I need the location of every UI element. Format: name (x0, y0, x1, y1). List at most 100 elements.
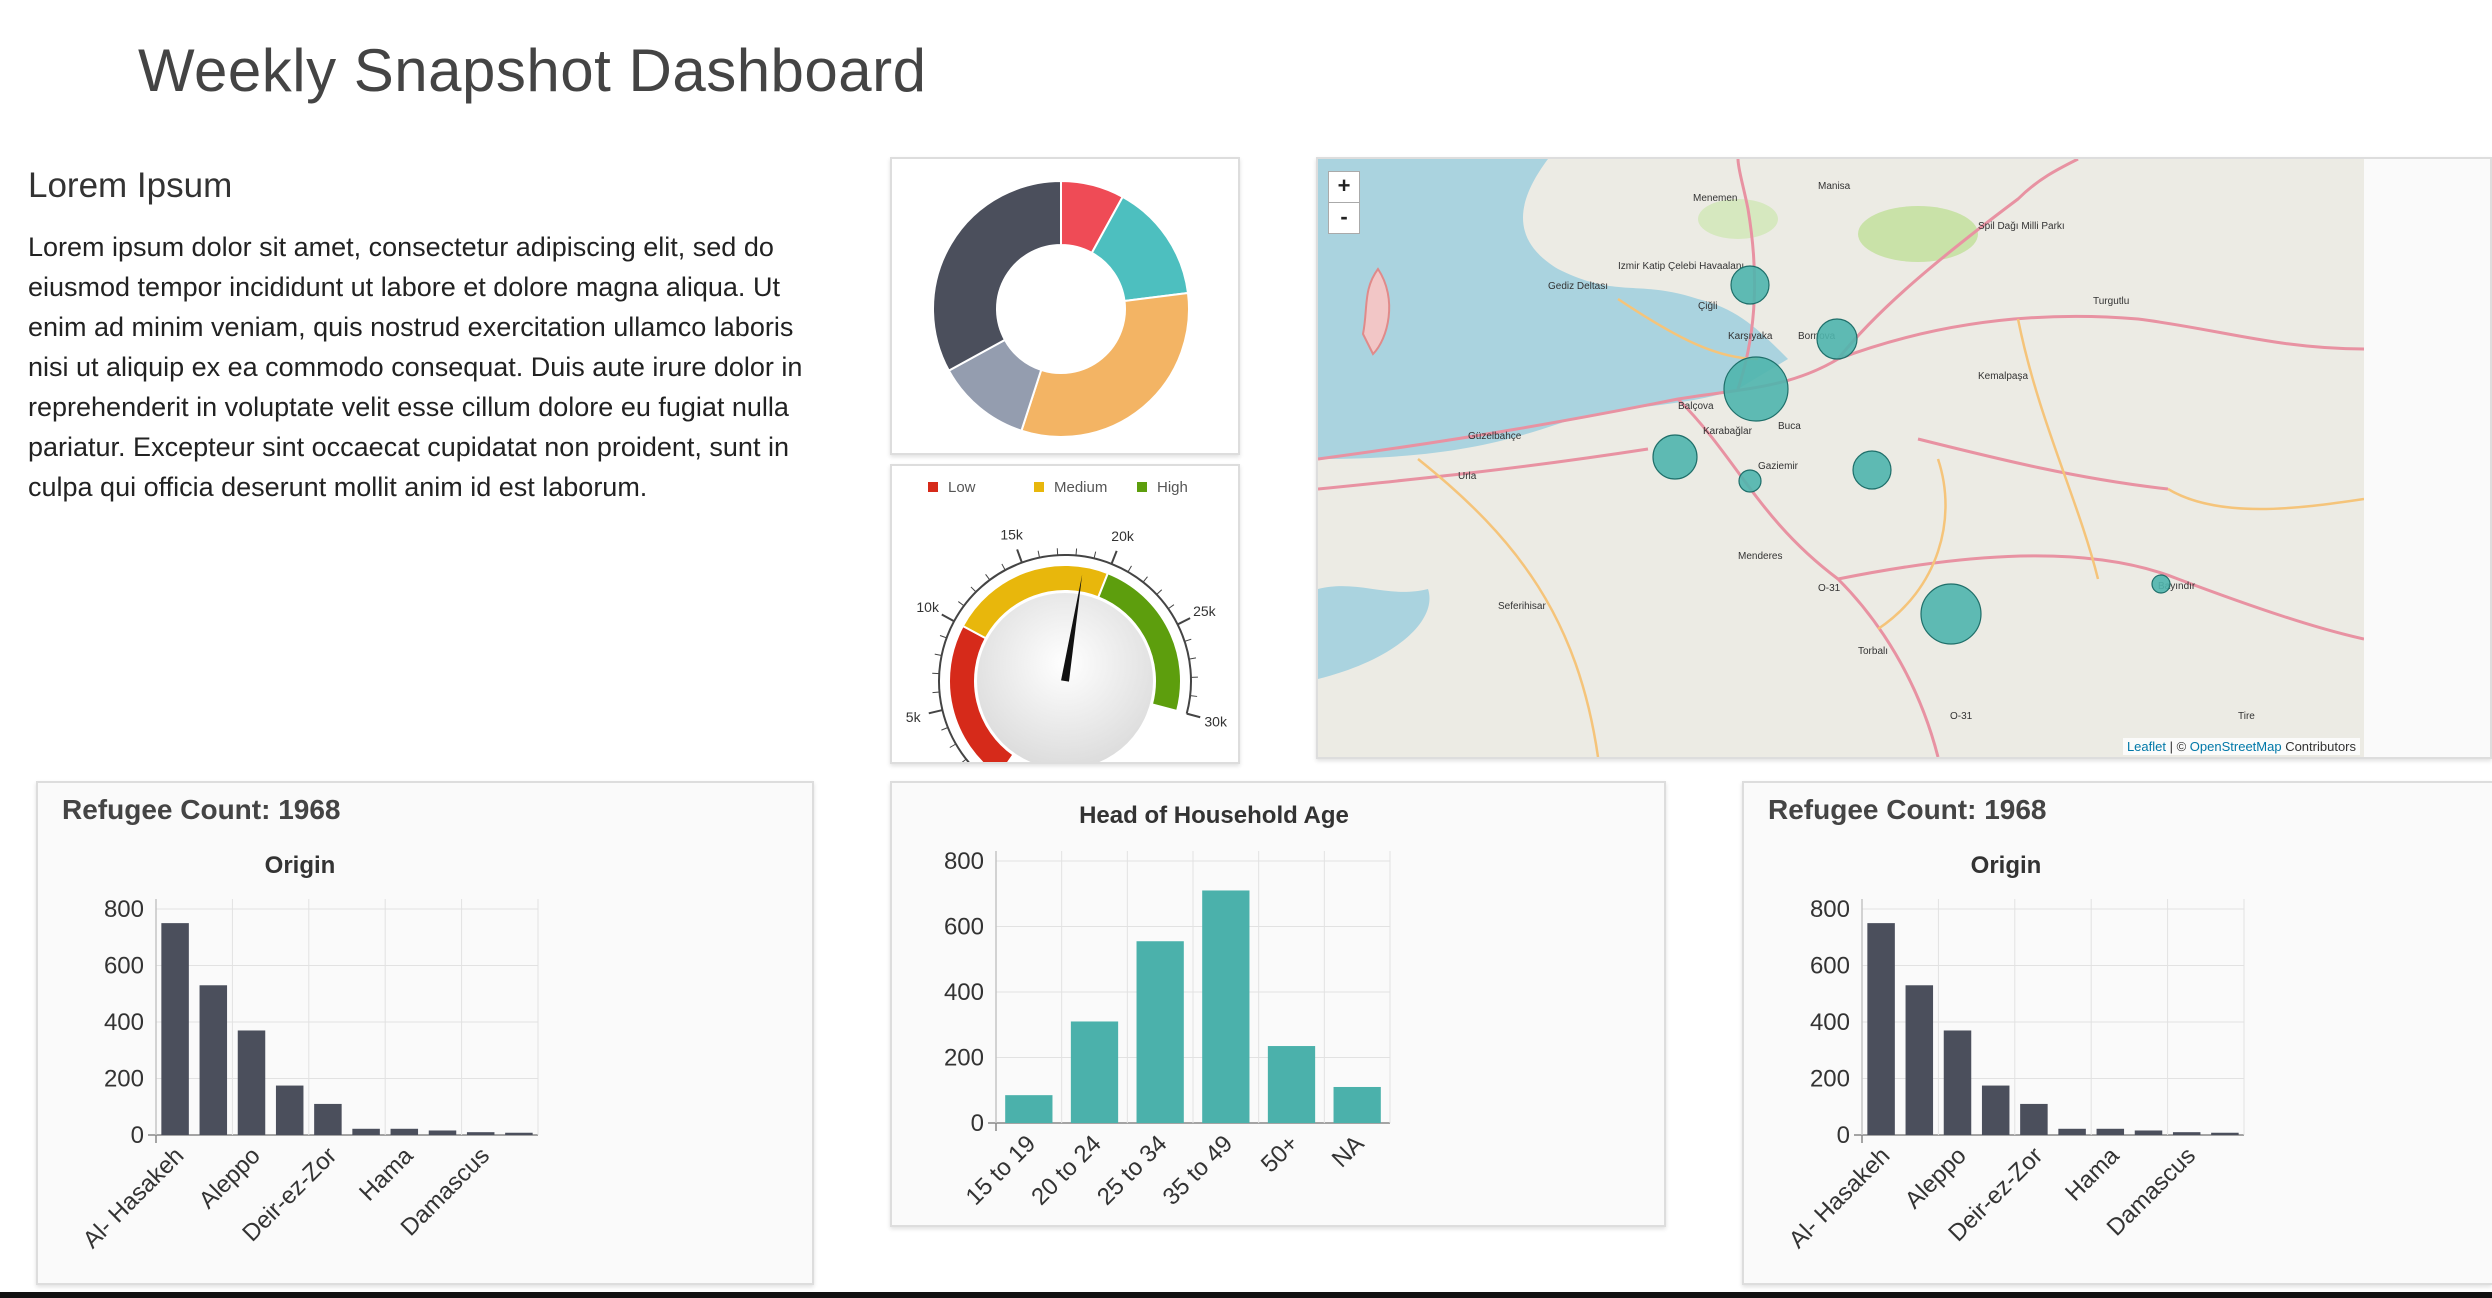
map-marker[interactable] (1738, 469, 1762, 493)
gauge-major-tick (1110, 550, 1118, 565)
bar[interactable] (2211, 1132, 2239, 1135)
bar[interactable] (1905, 985, 1934, 1135)
y-tick-label: 200 (1810, 1066, 1850, 1093)
map-place-label: Gaziemir (1758, 461, 1799, 472)
bar[interactable] (1943, 1030, 1972, 1135)
map-place-label: Karşıyaka (1728, 331, 1773, 342)
map-canvas[interactable]: Manisa Menemen Spil Dağı Milli Parkı Izmir … (1318, 159, 2364, 757)
bar[interactable] (314, 1103, 342, 1135)
map-place-label: Balçova (1678, 401, 1714, 412)
bar[interactable] (275, 1085, 304, 1135)
bar[interactable] (1333, 1086, 1381, 1123)
gauge-minor-tick (960, 758, 967, 764)
bar[interactable] (2172, 1132, 2201, 1135)
map-marker[interactable] (1723, 356, 1789, 422)
donut-slice-3[interactable] (1020, 291, 1190, 438)
gauge-tick-label: 30k (1204, 713, 1228, 729)
map-place-label: Manisa (1818, 181, 1851, 192)
y-tick-label: 200 (104, 1066, 144, 1093)
bar[interactable] (2020, 1103, 2048, 1135)
x-tick-label: 35 to 49 (1158, 1130, 1238, 1210)
bar[interactable] (161, 923, 189, 1135)
gauge-minor-tick (1127, 565, 1132, 573)
gauge-minor-tick (985, 574, 991, 581)
bar[interactable] (199, 985, 228, 1135)
y-tick-label: 0 (1837, 1122, 1850, 1149)
map-place-label: Çiğli (1698, 301, 1717, 312)
attribution-separator: | © (2166, 739, 2190, 754)
chart-title: Head of Household Age (1079, 802, 1349, 829)
road (1837, 554, 2364, 641)
bar[interactable] (1267, 1046, 1316, 1123)
page-title: Weekly Snapshot Dashboard (138, 37, 927, 104)
map-place-label: Tire (2238, 711, 2255, 722)
map-marker[interactable] (1852, 450, 1892, 490)
bar[interactable] (2096, 1128, 2125, 1135)
map-place-label: Karabağlar (1703, 426, 1753, 437)
bar[interactable] (466, 1132, 495, 1135)
y-tick-label: 0 (131, 1122, 144, 1149)
gauge-minor-tick (932, 691, 940, 694)
bar[interactable] (237, 1030, 266, 1135)
map-card[interactable]: Manisa Menemen Spil Dağı Milli Parkı Izmir … (1316, 157, 2492, 759)
legend-label-high: High (1157, 479, 1188, 496)
bar[interactable] (428, 1130, 457, 1135)
bar[interactable] (1005, 1095, 1053, 1123)
gauge-minor-tick (1190, 695, 1198, 697)
y-tick-label: 400 (104, 1009, 144, 1036)
osm-link[interactable]: OpenStreetMap (2190, 739, 2282, 754)
gauge-tick-label: 10k (916, 599, 940, 615)
map-place-label: Urla (1458, 471, 1477, 482)
gauge-minor-tick (1001, 563, 1006, 571)
gauge-minor-tick (1075, 548, 1078, 556)
bar[interactable] (390, 1128, 419, 1135)
bar[interactable] (2134, 1130, 2163, 1135)
legend-label-low: Low (948, 479, 976, 496)
age-chart-card: Head of Household Age 0 200 400 600 800 15 to … (890, 781, 1666, 1227)
map-marker[interactable] (1920, 583, 1982, 645)
y-tick-label: 400 (1810, 1009, 1850, 1036)
gauge-minor-tick (1156, 589, 1163, 595)
park-area (1698, 199, 1778, 239)
legend-swatch-low (928, 482, 938, 492)
bar[interactable] (1981, 1085, 2010, 1135)
gauge-card: LowMediumHigh05k10k15k20k25k30k (890, 464, 1240, 817)
chart-header: Refugee Count: 1968 (62, 794, 341, 825)
x-tick-label: Aleppo (1900, 1142, 1972, 1214)
secondary-road (2167, 487, 2364, 511)
bar[interactable] (505, 1132, 533, 1135)
bar[interactable] (1867, 923, 1895, 1135)
x-tick-label: 15 to 19 (961, 1130, 1041, 1210)
map-place-label: Buca (1778, 421, 1801, 432)
map-place-label: Menderes (1738, 551, 1782, 562)
y-tick-label: 800 (1810, 896, 1850, 923)
zoom-out-button[interactable]: - (1328, 202, 1360, 234)
gauge-minor-tick (949, 743, 957, 748)
bar[interactable] (2058, 1128, 2086, 1135)
chart-title: Origin (265, 852, 336, 879)
y-tick-label: 600 (104, 953, 144, 980)
y-tick-label: 400 (944, 979, 984, 1006)
map-marker[interactable] (1730, 265, 1770, 305)
bar[interactable] (352, 1128, 380, 1135)
map-tiles[interactable]: Manisa Menemen Spil Dağı Milli Parkı Izmir … (1318, 159, 2364, 757)
bar[interactable] (1202, 890, 1250, 1123)
origin-chart-card-right: Refugee Count: 1968 Origin 0 200 400 600 800 Al… (1742, 781, 2492, 1285)
map-marker[interactable] (1652, 434, 1698, 480)
gauge-tick-label: 20k (1111, 528, 1135, 544)
gauge-minor-tick (1184, 638, 1192, 642)
x-tick-label: NA (1327, 1130, 1370, 1173)
map-marker[interactable] (2151, 574, 2171, 594)
y-tick-label: 0 (971, 1110, 984, 1137)
gauge-major-tick (928, 709, 943, 715)
donut-chart (932, 179, 1190, 438)
map-place-label: Torbalı (1858, 646, 1888, 657)
origin-chart-card-left: Refugee Count: 1968 Origin 0 200 400 600 800 Al… (36, 781, 814, 1285)
bar[interactable] (1136, 941, 1184, 1123)
donut-slice-5[interactable] (932, 179, 1062, 373)
gauge-major-tick (1016, 549, 1023, 563)
map-marker[interactable] (1816, 318, 1858, 360)
leaflet-link[interactable]: Leaflet (2127, 739, 2166, 754)
zoom-in-button[interactable]: + (1328, 171, 1360, 203)
bar[interactable] (1070, 1021, 1119, 1123)
